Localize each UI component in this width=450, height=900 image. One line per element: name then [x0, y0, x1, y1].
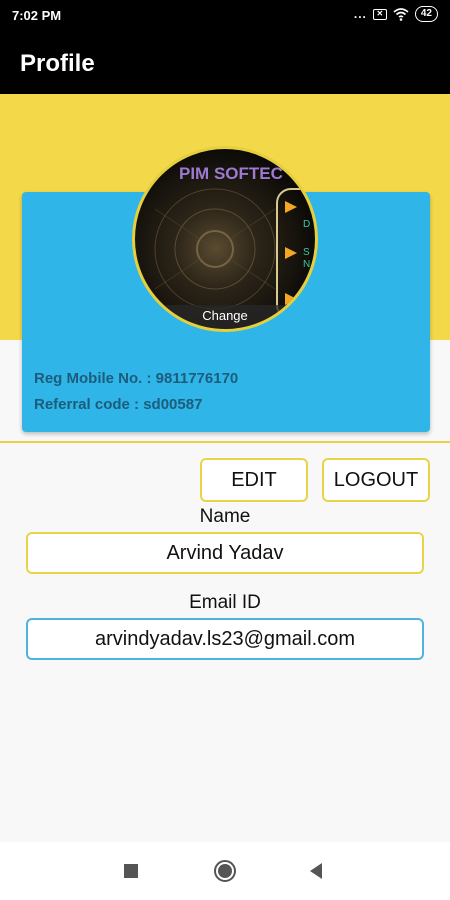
svg-text:N: N	[303, 259, 310, 270]
close-box-icon: ✕	[372, 8, 387, 20]
section-divider	[0, 441, 450, 443]
reg-mobile-text: Reg Mobile No. : 9811776170	[34, 370, 239, 387]
status-bar: 7:02 PM ... ✕ 42	[0, 0, 450, 32]
home-icon-dot	[218, 864, 232, 878]
referral-code-text: Referral code : sd00587	[34, 396, 203, 413]
back-icon[interactable]	[310, 863, 322, 879]
status-icons: ... ✕ 42	[354, 6, 438, 22]
name-label: Name	[199, 506, 251, 527]
email-label: Email ID	[189, 592, 261, 613]
profile-avatar[interactable]: PIM SOFTEC D S N Change	[132, 146, 318, 332]
profile-screen: Reg Mobile No. : 9811776170 Referral cod…	[0, 94, 450, 842]
recent-apps-icon[interactable]	[124, 864, 138, 878]
app-bar: Profile	[0, 32, 450, 94]
svg-text:D: D	[303, 219, 310, 230]
battery-icon: 42	[414, 6, 438, 22]
edit-button[interactable]: EDIT	[200, 458, 308, 502]
email-field[interactable]: arvindyadav.ls23@gmail.com	[26, 618, 424, 660]
wifi-icon	[393, 7, 409, 21]
status-time: 7:02 PM	[12, 8, 62, 23]
logout-button[interactable]: LOGOUT	[322, 458, 430, 502]
more-notifications-icon: ...	[353, 7, 367, 21]
home-icon[interactable]	[214, 860, 236, 882]
name-field[interactable]: Arvind Yadav	[26, 532, 424, 574]
system-nav-bar	[0, 842, 450, 900]
svg-text:S: S	[303, 247, 310, 258]
change-photo-button[interactable]: Change	[135, 305, 315, 329]
page-title: Profile	[20, 50, 95, 77]
avatar-logo-text: PIM SOFTEC	[179, 164, 283, 183]
